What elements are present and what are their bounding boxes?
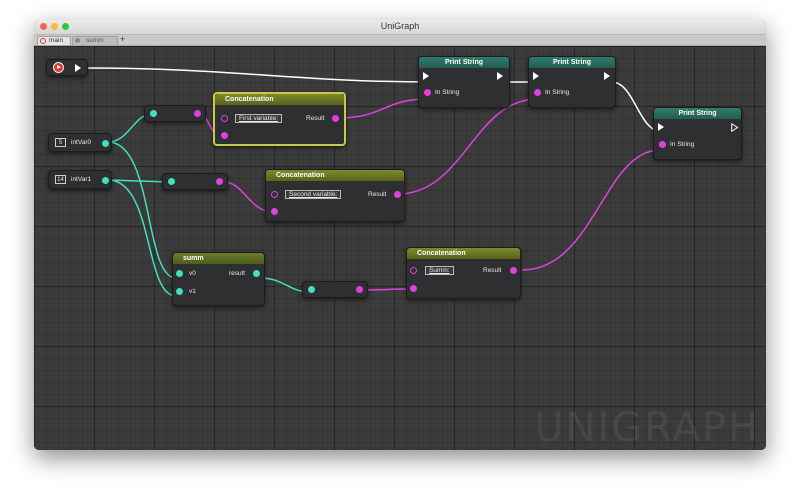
graph-icon [40, 38, 46, 44]
input-label: In String [545, 89, 570, 96]
add-tab-button[interactable]: + [120, 35, 125, 44]
exec-out-pin[interactable] [731, 123, 739, 132]
string-input-pin[interactable] [221, 132, 228, 139]
tab-summ-label: summ [86, 37, 104, 44]
string-input-pin[interactable] [271, 208, 278, 215]
int-wire [107, 141, 177, 279]
string-output-pin[interactable] [356, 286, 363, 293]
print-string-node[interactable]: Print String In String [653, 107, 742, 160]
concatenation-node[interactable]: Concatenation Second variable: Result [265, 169, 405, 222]
string-output-pin[interactable] [216, 178, 223, 185]
node-title: Print String [529, 57, 615, 68]
exec-out-pin[interactable] [604, 72, 610, 80]
int-to-string-node[interactable] [144, 105, 206, 122]
node-title: Concatenation [266, 170, 404, 181]
output-label: Result [368, 191, 387, 198]
int-input-pin[interactable] [168, 178, 175, 185]
node-title: Concatenation [215, 94, 344, 105]
int-input-pin-v1[interactable] [176, 288, 183, 295]
graph-canvas[interactable]: 5 intVar0 14 intVar1 Concatenation First… [34, 46, 766, 450]
concat-text-field[interactable]: Second variable: [285, 190, 342, 199]
string-output-pin[interactable] [510, 267, 517, 274]
title-bar: UniGraph [34, 20, 766, 35]
variable-node-intvar1[interactable]: 14 intVar1 [48, 170, 112, 189]
string-input-pin[interactable] [221, 115, 228, 122]
string-input-pin[interactable] [424, 89, 431, 96]
string-wire [363, 288, 413, 291]
string-wire [521, 149, 661, 271]
watermark-logo: UNIGRAPH [534, 405, 760, 450]
variable-name: intVar1 [71, 176, 92, 183]
input-label: In String [435, 89, 460, 96]
variable-name: intVar0 [71, 139, 92, 146]
tab-main-label: main [49, 37, 64, 44]
variable-node-intvar0[interactable]: 5 intVar0 [48, 133, 112, 152]
variable-value[interactable]: 14 [55, 175, 66, 184]
int-to-string-node[interactable] [162, 173, 228, 190]
node-title: Concatenation [407, 248, 520, 259]
string-wire [397, 98, 539, 195]
input-label: v0 [189, 270, 196, 277]
concatenation-node[interactable]: Concatenation First variable: Result [213, 92, 346, 146]
string-input-pin[interactable] [534, 89, 541, 96]
exec-in-pin[interactable] [533, 72, 539, 80]
input-label: In String [670, 141, 695, 148]
exec-in-pin[interactable] [423, 72, 429, 80]
int-input-pin[interactable] [150, 110, 157, 117]
print-string-node[interactable]: Print String In String [528, 56, 616, 108]
exec-out-pin[interactable] [497, 72, 503, 80]
output-label: result [229, 270, 245, 277]
node-title: Print String [654, 108, 741, 119]
summ-function-node[interactable]: summ v0 result v1 [172, 252, 265, 306]
app-window: UniGraph main summ + 5 intVar0 14 intVar… [34, 20, 766, 450]
window-title: UniGraph [380, 21, 420, 31]
tab-bar: main summ + [34, 35, 766, 46]
concat-text-field[interactable]: Summ: [425, 266, 454, 275]
int-wire [107, 179, 177, 297]
int-to-string-node[interactable] [302, 281, 368, 298]
string-output-pin[interactable] [394, 191, 401, 198]
output-label: Result [483, 267, 502, 274]
int-output-pin[interactable] [253, 270, 260, 277]
exec-in-pin[interactable] [658, 123, 664, 131]
tab-main[interactable]: main [37, 36, 71, 45]
start-event-node[interactable] [46, 59, 88, 76]
int-output-pin[interactable] [102, 177, 109, 184]
exec-out-pin[interactable] [75, 64, 81, 72]
tab-summ[interactable]: summ [72, 36, 118, 45]
exec-wire [85, 67, 435, 83]
node-title: summ [173, 253, 264, 264]
string-input-pin[interactable] [271, 191, 278, 198]
string-output-pin[interactable] [332, 115, 339, 122]
node-title: Print String [419, 57, 509, 68]
concatenation-node[interactable]: Concatenation Summ: Result [406, 247, 521, 299]
int-output-pin[interactable] [102, 140, 109, 147]
variable-value[interactable]: 5 [55, 138, 66, 147]
string-output-pin[interactable] [194, 110, 201, 117]
string-wire [337, 98, 429, 119]
string-input-pin[interactable] [410, 267, 417, 274]
int-input-pin[interactable] [308, 286, 315, 293]
input-label: v1 [189, 288, 196, 295]
function-icon [75, 38, 80, 43]
print-string-node[interactable]: Print String In String [418, 56, 510, 108]
run-button[interactable] [53, 62, 64, 73]
string-input-pin[interactable] [410, 285, 417, 292]
output-label: Result [306, 115, 325, 122]
int-input-pin-v0[interactable] [176, 270, 183, 277]
string-input-pin[interactable] [659, 141, 666, 148]
concat-text-field[interactable]: First variable: [235, 114, 283, 123]
